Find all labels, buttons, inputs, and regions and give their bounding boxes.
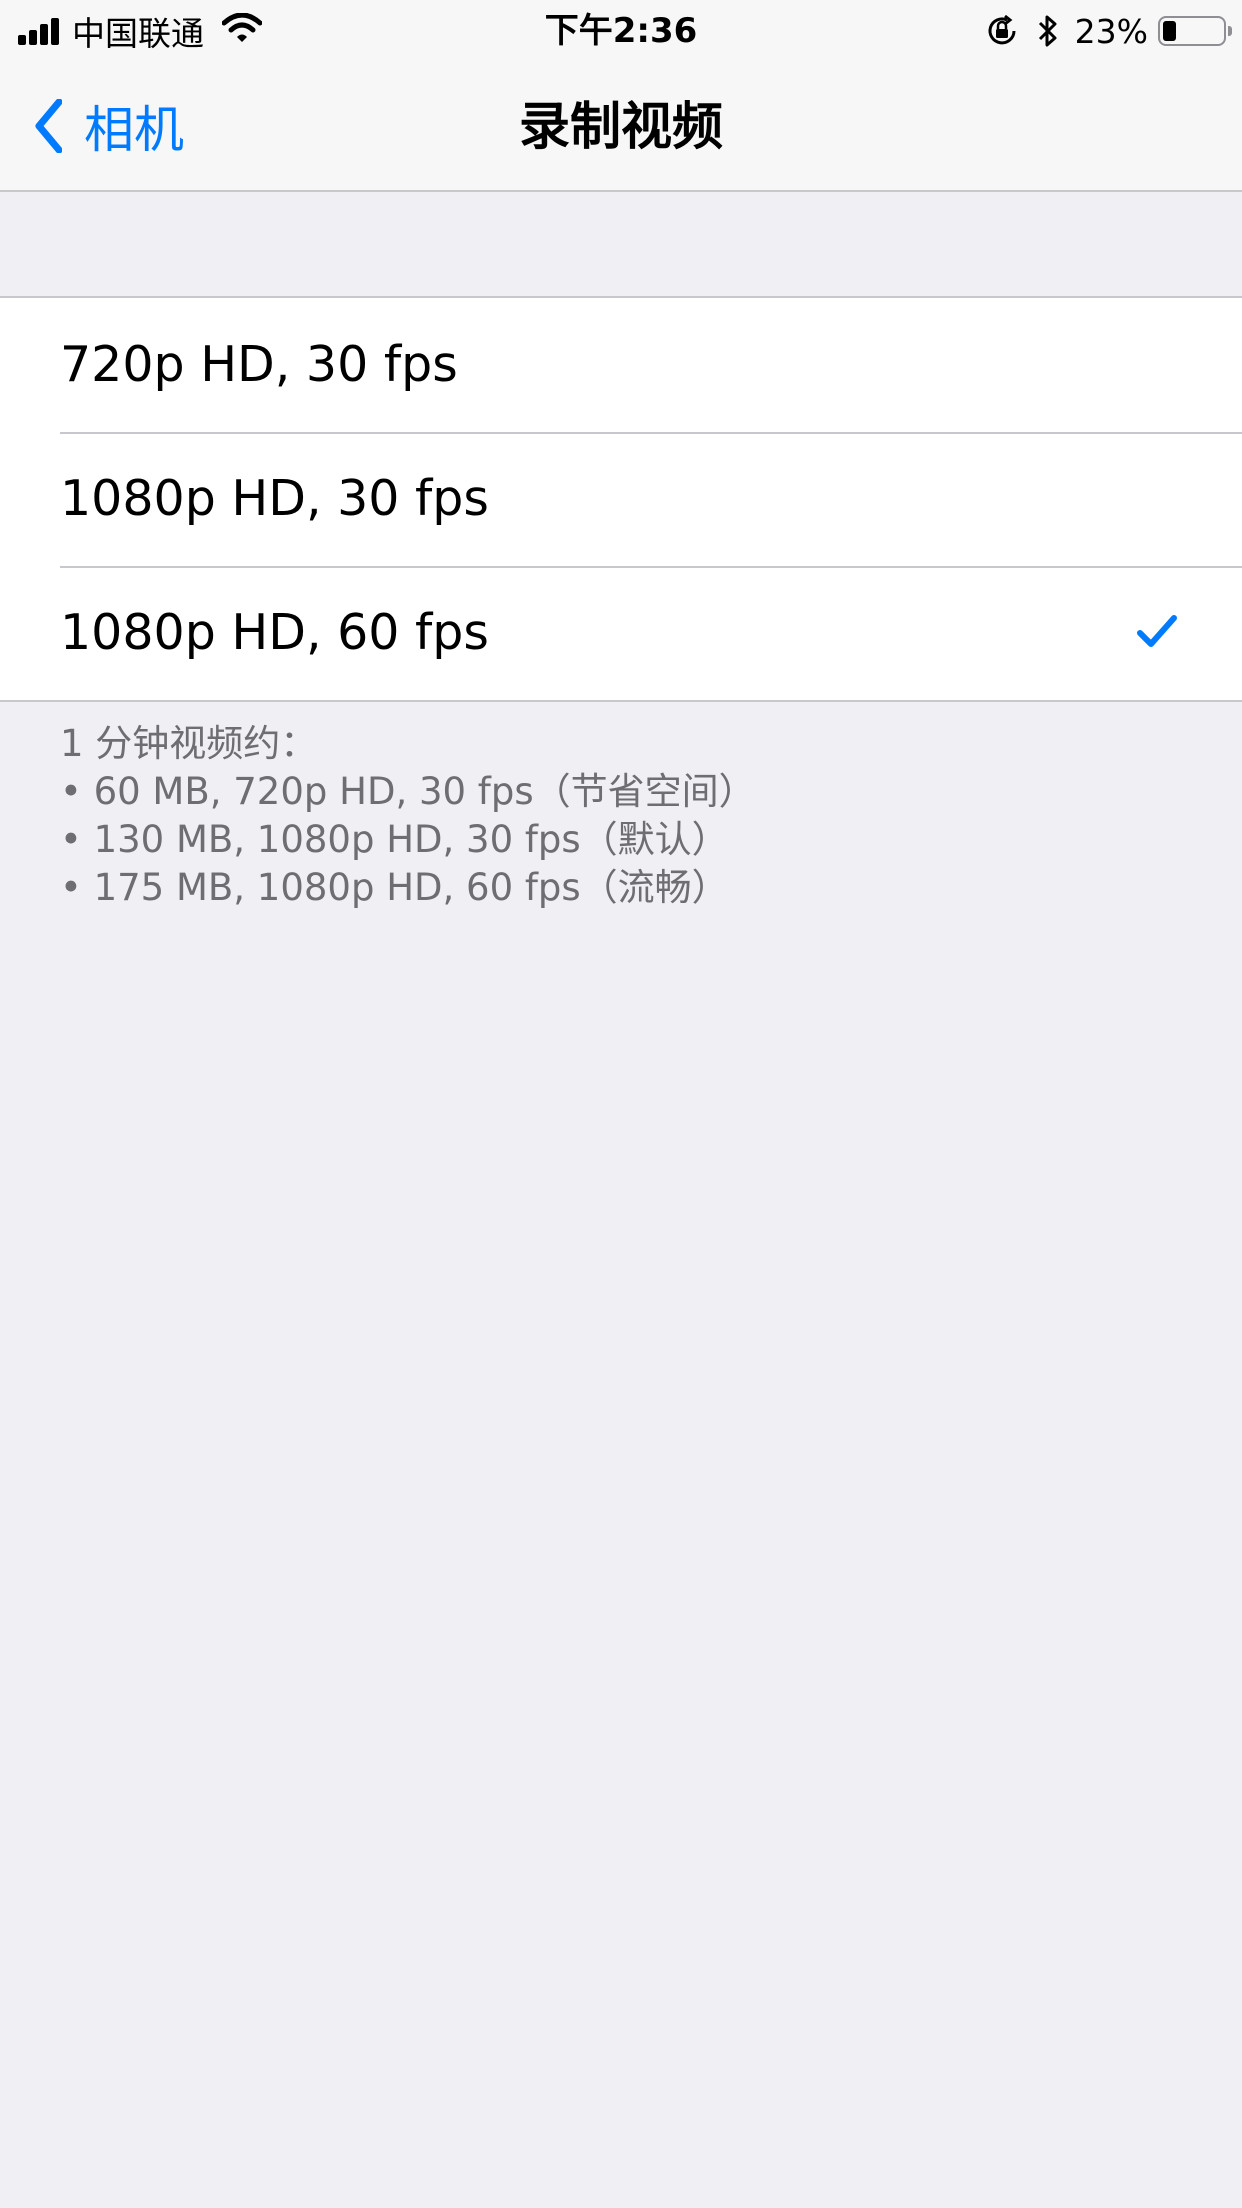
option-label: 1080p HD, 60 fps: [60, 604, 489, 661]
bluetooth-icon: [1038, 15, 1057, 47]
orientation-lock-icon: [988, 14, 1016, 45]
footer-line: • 130 MB, 1080p HD, 30 fps（默认）: [60, 818, 729, 861]
option-1080p-30fps[interactable]: 1080p HD, 30 fps: [0, 432, 1242, 566]
status-bar-right: 23%: [985, 10, 1232, 52]
battery-cap: [1228, 26, 1232, 36]
option-label: 1080p HD, 30 fps: [60, 470, 489, 527]
footer-line: • 60 MB, 720p HD, 30 fps（节省空间）: [60, 770, 756, 813]
option-1080p-60fps[interactable]: 1080p HD, 60 fps: [0, 566, 1242, 700]
navigation-bar: 相机 录制视频: [0, 60, 1242, 192]
footer-line: • 175 MB, 1080p HD, 60 fps（流畅）: [60, 866, 729, 909]
battery-fill: [1163, 21, 1176, 41]
battery-icon: [1158, 16, 1232, 46]
battery-percent: 23%: [1074, 11, 1148, 51]
option-720p-30fps[interactable]: 720p HD, 30 fps: [0, 298, 1242, 432]
checkmark-icon: [1137, 615, 1177, 647]
page-title: 录制视频: [518, 98, 723, 157]
footer-heading: 1 分钟视频约：: [60, 722, 318, 765]
footer-note: 1 分钟视频约： • 60 MB, 720p HD, 30 fps（节省空间） …: [60, 720, 1200, 912]
video-format-list: 720p HD, 30 fps 1080p HD, 30 fps 1080p H…: [0, 296, 1242, 702]
status-bar: 中国联通 下午2:36 23%: [0, 0, 1242, 60]
option-label: 720p HD, 30 fps: [60, 336, 458, 393]
